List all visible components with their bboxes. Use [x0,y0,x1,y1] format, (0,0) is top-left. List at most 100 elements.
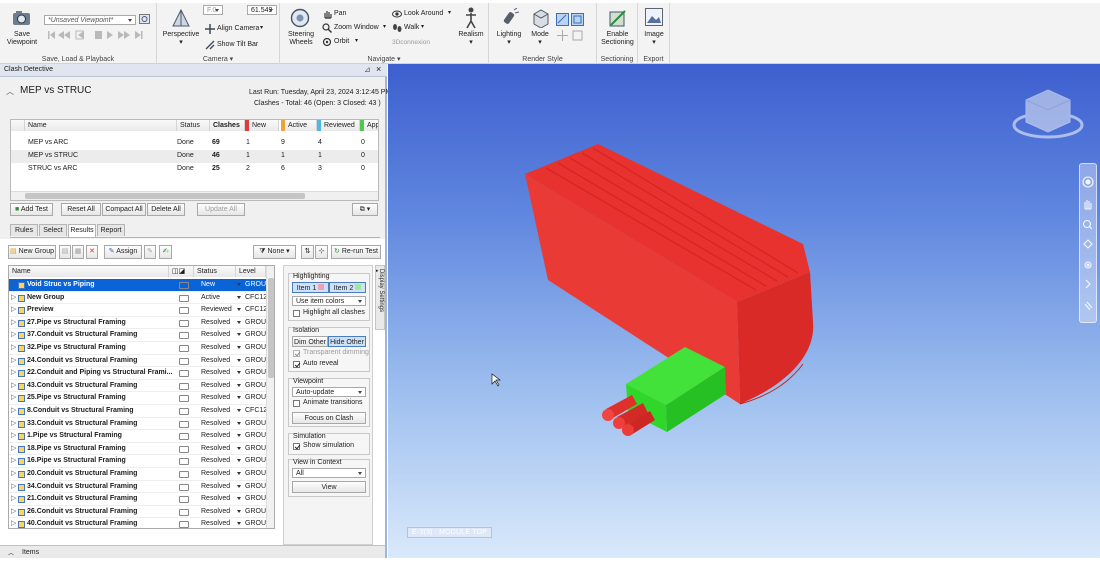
expand-arrow-icon[interactable]: ▷ [11,506,16,519]
expand-arrow-icon[interactable]: ▷ [11,443,16,456]
camera-icon[interactable] [179,483,189,491]
sort-button[interactable]: ⇅ [301,245,314,259]
camera-icon[interactable] [179,319,189,327]
walk-button[interactable]: Walk [404,24,419,31]
items-bar[interactable]: ︿ Items [0,545,385,558]
realism-dropdown-arrow[interactable]: ▾ [456,39,486,47]
save-viewpoint-button[interactable]: Save Viewpoint [2,31,42,47]
expand-arrow-icon[interactable]: ▷ [11,279,16,292]
status-dropdown-icon[interactable] [237,472,241,475]
status-dropdown-icon[interactable] [237,295,241,299]
orbit-icon[interactable] [322,37,332,47]
compact-all-button[interactable]: Compact All [102,203,146,216]
camera-icon[interactable] [179,496,189,504]
status-dropdown-icon[interactable] [237,484,241,488]
results-row[interactable]: ▷ 24.Conduit vs Structural Framing Resolve… [9,355,267,368]
camera-icon[interactable] [179,433,189,441]
results-cell-status[interactable]: Resolved [201,355,230,368]
results-row[interactable]: ▷ 25.Pipe vs Structural Framing Resolved GR… [9,392,267,405]
expand-arrow-icon[interactable]: ▷ [11,380,16,393]
results-row[interactable]: ▷ 1.Pipe vs Structural Framing Resolved GRO… [9,430,267,443]
3dconnexion-button[interactable]: 3Dconnexion [392,39,430,46]
look-around-icon[interactable] [392,9,402,19]
orbit-button[interactable]: Orbit [334,38,349,45]
expand-arrow-icon[interactable]: ▷ [11,418,16,431]
results-row[interactable]: ▷ 27.Pipe vs Structural Framing Resolved GR… [9,317,267,330]
pan-icon[interactable] [322,9,332,19]
expand-arrow-icon[interactable]: ▷ [11,518,16,528]
display-settings-tab[interactable]: ▸ Display Settings [375,265,385,330]
new-group-button[interactable]: ▤ New Group [8,245,56,259]
results-cell-status[interactable]: Reviewed [201,304,232,317]
mode-button[interactable]: Mode [525,31,555,39]
results-row[interactable]: ▷ 21.Conduit vs Structural Framing Resolve… [9,493,267,506]
render-lines-icon[interactable] [571,13,584,26]
expand-arrow-icon[interactable]: ▷ [11,493,16,506]
tests-row[interactable]: MEP vs ARC Done 69 1 9 4 0 [11,137,378,150]
render-text-icon[interactable] [572,30,583,41]
focus-on-clash-button[interactable]: Focus on Clash [292,412,366,424]
tab-rules[interactable]: Rules [10,224,38,236]
lighting-button[interactable]: Lighting [491,31,527,39]
results-cell-status[interactable]: Resolved [201,481,230,494]
camera-icon[interactable] [179,370,189,378]
camera-icon[interactable] [179,508,189,516]
tests-row[interactable]: STRUC vs ARC Done 25 2 6 3 0 [11,163,378,176]
results-header-status[interactable]: Status [194,266,236,277]
fov-small-field[interactable]: F.0 [203,5,223,15]
status-dropdown-icon[interactable] [237,358,241,362]
pan-button[interactable]: Pan [334,10,346,17]
render-points-icon[interactable] [557,30,568,41]
camera-icon[interactable] [179,395,189,403]
reset-filter-button[interactable]: ⊹ [315,245,328,259]
close-icon[interactable]: × [376,64,381,74]
status-dropdown-icon[interactable] [237,497,241,501]
camera-icon[interactable] [179,408,189,415]
look-around-button[interactable]: Look Around [404,10,443,17]
camera-icon[interactable] [179,282,189,289]
transparent-dimming-checkbox[interactable] [293,350,300,357]
results-cell-status[interactable]: Resolved [201,317,230,330]
zoom-window-icon[interactable] [322,23,332,33]
camera-icon[interactable] [179,382,189,390]
status-dropdown-icon[interactable] [237,346,241,349]
results-cell-status[interactable]: Resolved [201,430,230,443]
expand-arrow-icon[interactable]: ▷ [11,430,16,443]
results-cell-status[interactable]: Resolved [201,518,230,528]
status-dropdown-icon[interactable] [237,459,241,463]
align-camera-dropdown-icon[interactable]: ▾ [260,24,263,31]
lighting-dropdown-arrow[interactable]: ▾ [491,39,527,47]
show-tilt-bar-button[interactable]: Show Tilt Bar [217,41,258,48]
group-icon-button[interactable]: ▤ [59,245,71,259]
enable-sectioning-button[interactable]: Enable Sectioning [597,31,638,47]
camera-icon[interactable] [179,420,189,428]
delete-all-button[interactable]: Delete All [147,203,185,216]
items-expand-icon[interactable]: ︿ [8,548,14,557]
status-dropdown-icon[interactable] [237,283,241,286]
walk-dropdown-icon[interactable]: ▾ [421,23,424,30]
results-vscrollbar[interactable] [266,266,274,528]
results-row[interactable]: ▷ 37.Conduit vs Structural Framing Resolve… [9,329,267,342]
results-row[interactable]: ▷ 22.Conduit and Piping vs Structural Fra… [9,367,267,380]
viewpoint-select[interactable]: *Unsaved Viewpoint* [44,15,136,25]
sectioning-icon[interactable] [608,8,628,28]
status-dropdown-icon[interactable] [237,421,241,425]
dim-other-button[interactable]: Dim Other [292,336,328,347]
tests-header-status[interactable]: Status [177,120,210,131]
results-row[interactable]: ▷ 40.Conduit vs Structural Framing Resolve… [9,518,267,528]
viewcube-icon[interactable] [1012,89,1084,139]
perspective-button[interactable]: Perspective [159,31,203,39]
image-dropdown-arrow[interactable]: ▾ [638,39,670,47]
expand-arrow-icon[interactable]: ▷ [11,292,16,305]
realism-button[interactable]: Realism [456,31,486,39]
image-icon[interactable] [645,8,663,26]
results-row[interactable]: ▷ 33.Conduit vs Structural Framing Resolve… [9,418,267,431]
results-cell-status[interactable]: Active [201,292,220,305]
results-row[interactable]: ▷ 16.Pipe vs Structural Framing Resolved GR… [9,455,267,468]
results-header-level[interactable]: Level [236,266,266,277]
tests-row[interactable]: MEP vs STRUC Done 46 1 1 1 0 [11,150,378,163]
viewpoint-settings-icon[interactable] [139,14,151,25]
tests-header-clashes[interactable]: Clashes [210,120,245,131]
walk-icon[interactable] [392,23,402,33]
expand-arrow-icon[interactable]: ▷ [11,405,16,418]
